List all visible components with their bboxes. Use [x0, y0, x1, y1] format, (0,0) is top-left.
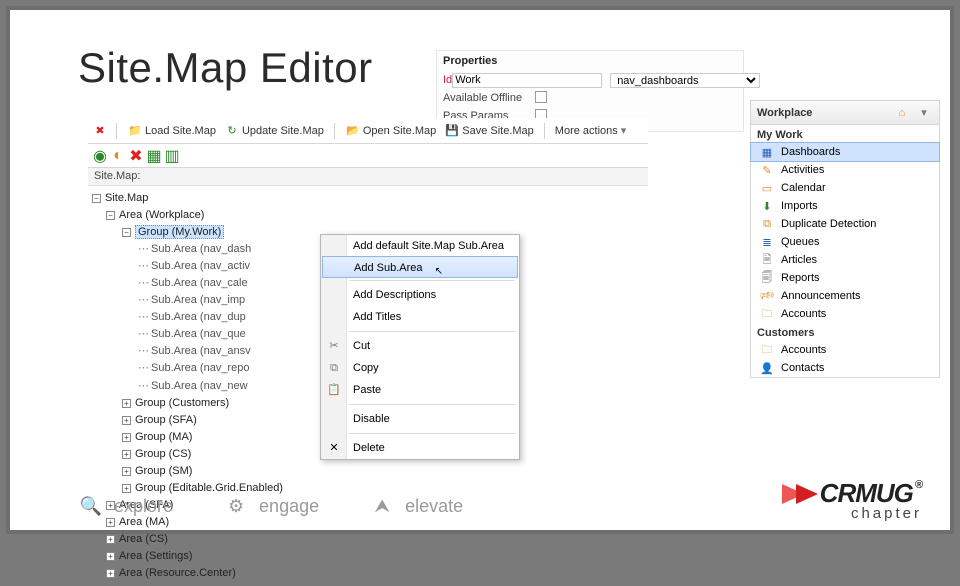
tree-node-root[interactable]: −Site.Map: [90, 190, 646, 207]
open-sitemap-button[interactable]: 📂Open Site.Map: [341, 122, 440, 140]
excel-icon[interactable]: ▦: [147, 149, 161, 163]
tree-node-area-workplace[interactable]: −Area (Workplace): [90, 207, 646, 224]
ctx-delete[interactable]: ✕Delete: [321, 437, 519, 459]
nav-item-calendar[interactable]: ▭Calendar: [751, 179, 939, 197]
imports-icon: ⬇: [759, 199, 775, 213]
nav-item-contacts[interactable]: 👤Contacts: [751, 359, 939, 377]
home-icon[interactable]: ⌂: [893, 104, 911, 122]
accounts-icon: 🗀: [759, 307, 775, 321]
ctx-copy[interactable]: ⧉Copy: [321, 357, 519, 379]
announcements-icon: 🕬: [759, 289, 775, 303]
nav-section-mywork: My Work: [751, 125, 939, 143]
export-icon[interactable]: ▥: [165, 149, 179, 163]
articles-icon: 🗎: [759, 253, 775, 267]
search-icon: 🔍: [80, 495, 102, 517]
prop-id-input[interactable]: [452, 73, 602, 88]
tree-node-area-settings[interactable]: +Area (Settings): [90, 548, 646, 565]
ctx-cut[interactable]: ✂Cut: [321, 335, 519, 357]
crmug-logo: CRMUG® chapter: [782, 478, 922, 522]
tree-node-area-rc[interactable]: +Area (Resource.Center): [90, 565, 646, 582]
more-actions-label: More actions: [555, 125, 618, 137]
cut-icon: ✂: [326, 338, 342, 354]
nav-item-accounts[interactable]: 🗀Accounts: [751, 305, 939, 323]
nav-item-reports[interactable]: 🗐Reports: [751, 269, 939, 287]
breadcrumb: Site.Map:: [88, 168, 648, 186]
nav-item-dashboards[interactable]: ▦Dashboards: [751, 143, 939, 161]
save-icon: 💾: [445, 124, 459, 138]
nav-item-articles[interactable]: 🗎Articles: [751, 251, 939, 269]
tree-node-group-sm[interactable]: +Group (SM): [90, 463, 646, 480]
calendar-icon: ▭: [759, 181, 775, 195]
accounts-icon: 🗀: [759, 343, 775, 357]
nav-section-customers: Customers: [751, 323, 939, 341]
prop-offline-label: Available Offline: [443, 92, 535, 104]
more-actions-button[interactable]: More actions▾: [551, 122, 631, 139]
prop-id-select[interactable]: nav_dashboards: [610, 73, 760, 88]
nav-item-accounts2[interactable]: 🗀Accounts: [751, 341, 939, 359]
open-icon: 📂: [346, 124, 360, 138]
nav-item-activities[interactable]: ✎Activities: [751, 161, 939, 179]
save-sitemap-label: Save Site.Map: [462, 125, 534, 137]
update-sitemap-label: Update Site.Map: [242, 125, 324, 137]
footer-engage: ⚙engage: [225, 495, 319, 517]
slide-footer: 🔍explore ⚙engage ⮝elevate CRMUG® chapter: [10, 486, 950, 530]
duplicate-icon: ⧉: [759, 217, 775, 231]
ctx-disable[interactable]: Disable: [321, 408, 519, 430]
logo-triangle-icon: [796, 484, 818, 504]
editor-toolbar-2: ◉ ◐ ✖ ▦ ▥: [88, 144, 648, 168]
refresh-icon: ↻: [225, 124, 239, 138]
chevron-down-icon: ▾: [621, 124, 627, 137]
delete-icon[interactable]: ✖: [129, 149, 143, 163]
context-menu: Add default Site.Map Sub.Area Add Sub.Ar…: [320, 234, 520, 460]
cursor-icon: ↖: [435, 261, 443, 283]
properties-header: Properties: [443, 55, 737, 67]
load-sitemap-button[interactable]: 📁Load Site.Map: [123, 122, 220, 140]
add-icon[interactable]: ◉: [93, 149, 107, 163]
tree-node-area-cs[interactable]: +Area (CS): [90, 531, 646, 548]
footer-elevate: ⮝elevate: [371, 495, 463, 517]
ctx-paste[interactable]: 📋Paste: [321, 379, 519, 401]
nav-title: Workplace: [757, 107, 889, 119]
load-sitemap-label: Load Site.Map: [145, 125, 216, 137]
arrow-up-icon: ⮝: [371, 495, 393, 517]
contacts-icon: 👤: [759, 361, 775, 375]
toggle-icon[interactable]: ◐: [111, 149, 125, 163]
paste-icon: 📋: [326, 382, 342, 398]
ctx-add-default-subarea[interactable]: Add default Site.Map Sub.Area: [321, 235, 519, 257]
copy-icon: ⧉: [326, 360, 342, 376]
dashboard-icon: ▦: [759, 145, 775, 159]
sitemap-editor-panel: ✖ 📁Load Site.Map ↻Update Site.Map 📂Open …: [88, 118, 648, 478]
activities-icon: ✎: [759, 163, 775, 177]
ctx-add-subarea[interactable]: Add Sub.Area↖: [322, 256, 518, 278]
ctx-add-titles[interactable]: Add Titles: [321, 306, 519, 328]
nav-item-duplicate[interactable]: ⧉Duplicate Detection: [751, 215, 939, 233]
nav-item-announcements[interactable]: 🕬Announcements: [751, 287, 939, 305]
crm-nav-panel: Workplace ⌂ ▾ My Work ▦Dashboards ✎Activ…: [750, 100, 940, 378]
footer-explore: 🔍explore: [80, 495, 173, 517]
prop-offline-checkbox[interactable]: [535, 91, 547, 103]
folder-icon: 📁: [128, 124, 142, 138]
close-icon[interactable]: ✖: [93, 124, 107, 138]
ctx-add-descriptions[interactable]: Add Descriptions: [321, 284, 519, 306]
save-sitemap-button[interactable]: 💾Save Site.Map: [440, 122, 538, 140]
nav-item-queues[interactable]: ≣Queues: [751, 233, 939, 251]
update-sitemap-button[interactable]: ↻Update Site.Map: [220, 122, 328, 140]
open-sitemap-label: Open Site.Map: [363, 125, 436, 137]
queues-icon: ≣: [759, 235, 775, 249]
prop-id-label: Id: [443, 74, 452, 86]
nav-chevron-down-icon[interactable]: ▾: [915, 104, 933, 122]
nav-item-imports[interactable]: ⬇Imports: [751, 197, 939, 215]
delete-x-icon: ✕: [326, 440, 342, 456]
slide-title: Site.Map Editor: [78, 44, 373, 92]
reports-icon: 🗐: [759, 271, 775, 285]
gear-icon: ⚙: [225, 495, 247, 517]
editor-toolbar: ✖ 📁Load Site.Map ↻Update Site.Map 📂Open …: [88, 118, 648, 144]
